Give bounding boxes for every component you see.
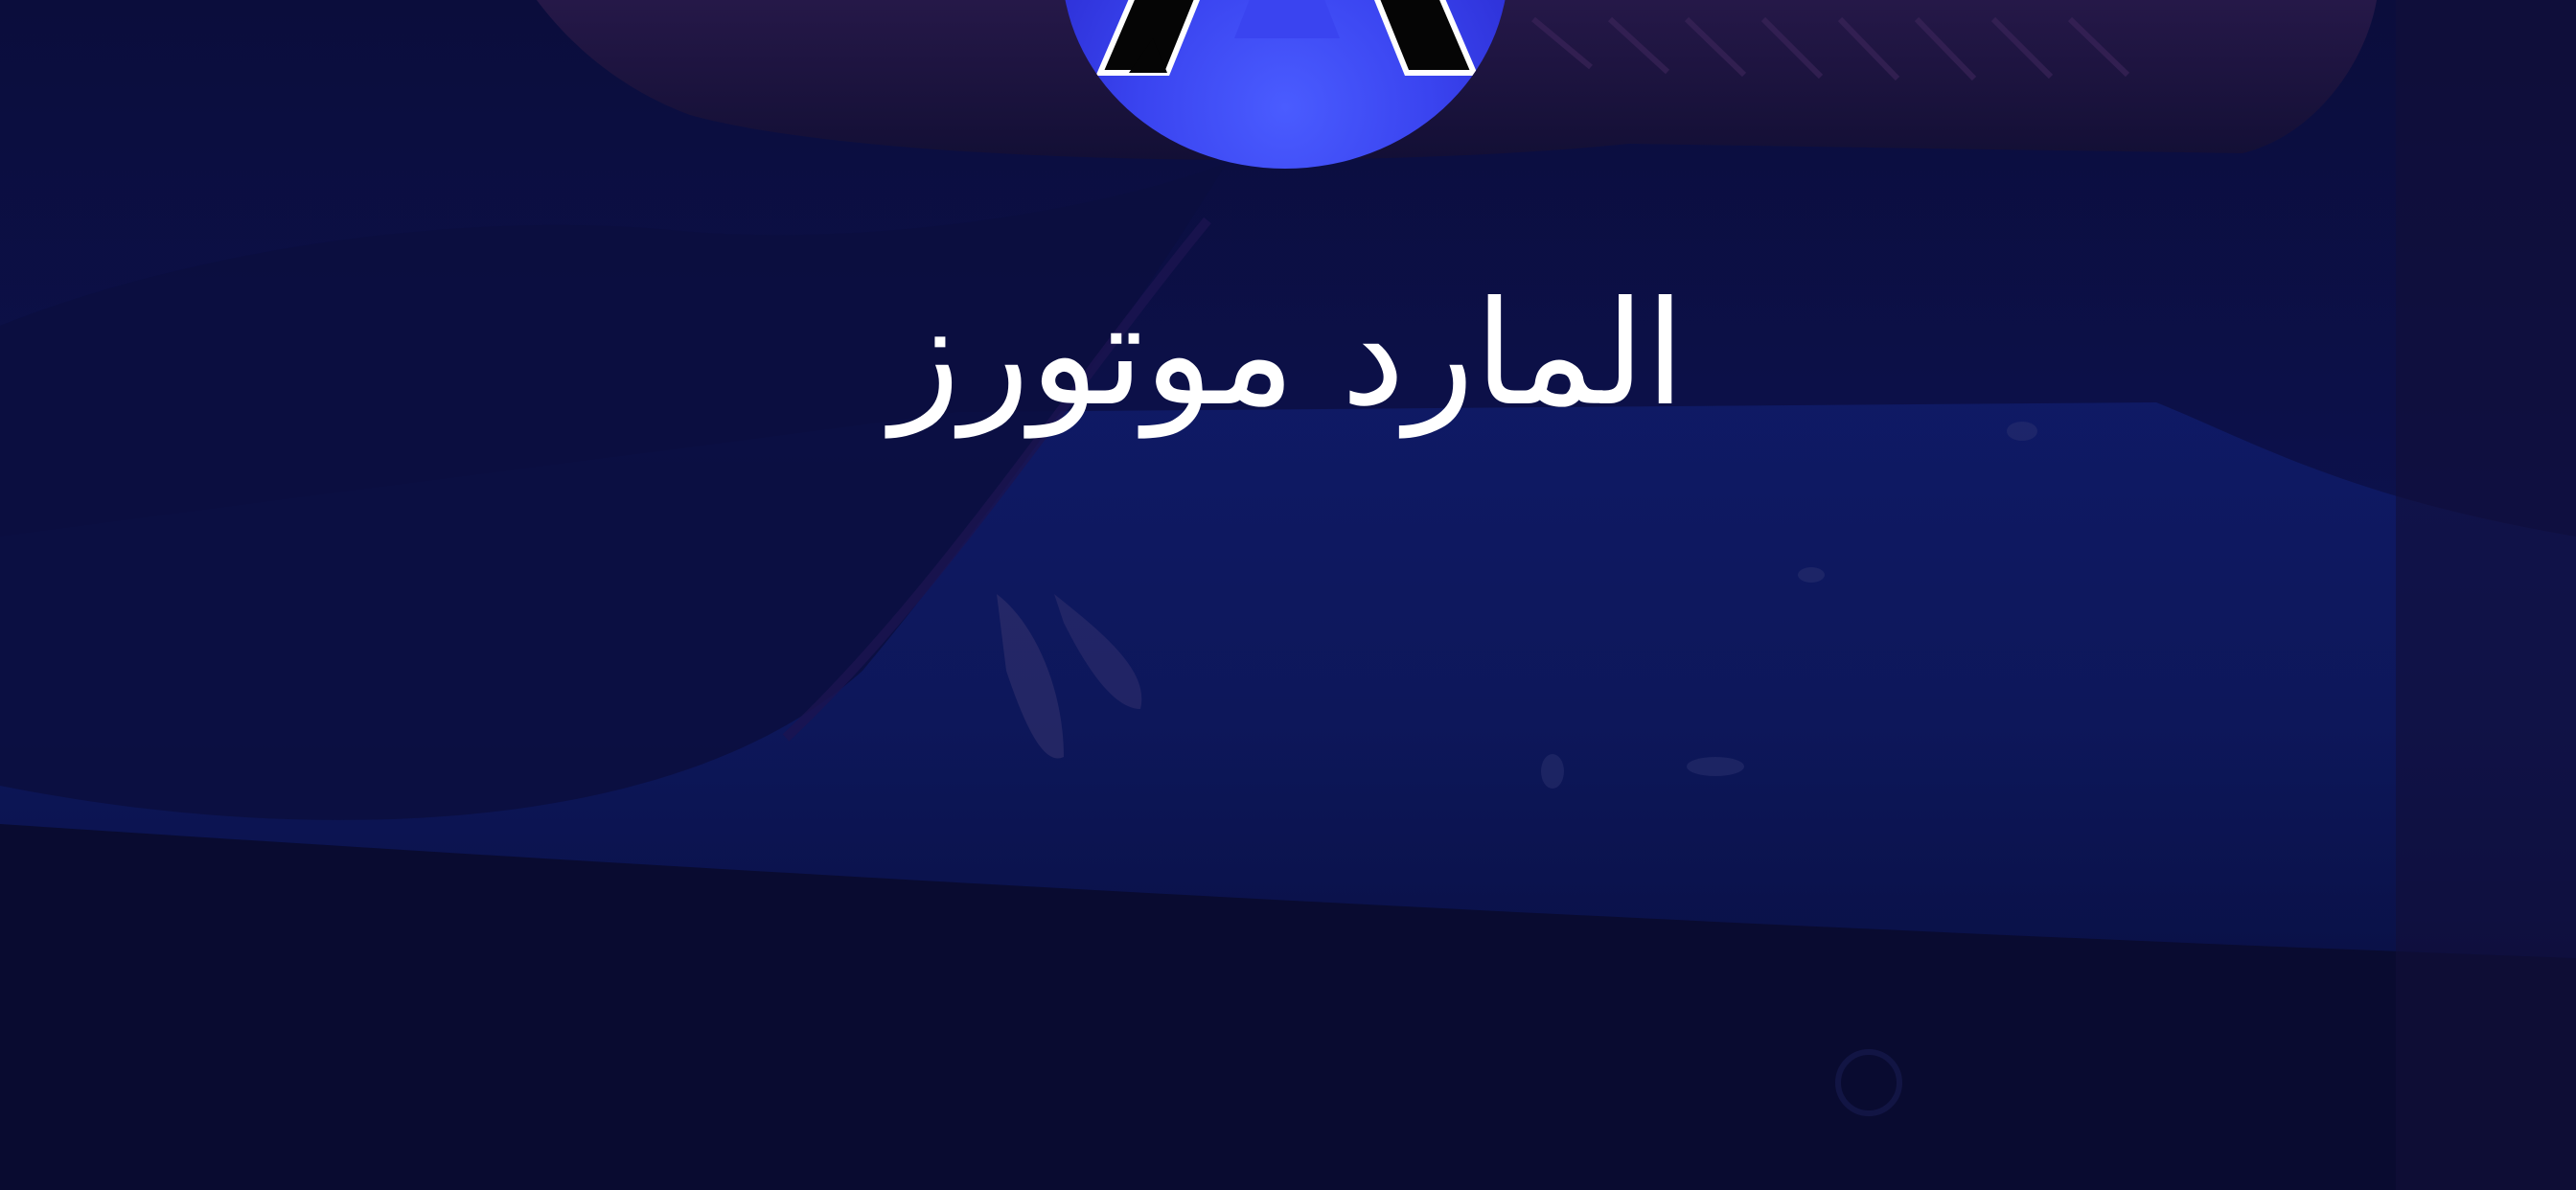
brand-logo bbox=[1062, 0, 1508, 169]
brand-name-title: المارد موتورز bbox=[890, 271, 1686, 438]
letter-a-badge-icon bbox=[1095, 0, 1479, 76]
car-bumper-background-image bbox=[0, 0, 2576, 1190]
splash-screen: المارد موتورز bbox=[0, 0, 2576, 1190]
